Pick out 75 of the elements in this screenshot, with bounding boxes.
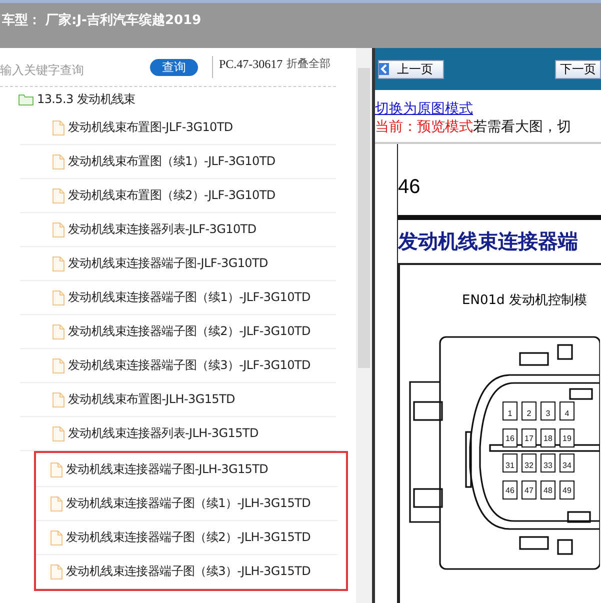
- document-item[interactable]: 发动机线束连接器端子图（续1）-JLH-3G15TD: [66, 495, 311, 512]
- search-button[interactable]: 查询: [150, 58, 198, 76]
- document-icon: [52, 290, 65, 306]
- document-icon: [50, 496, 63, 512]
- document-icon: [52, 154, 65, 170]
- document-icon: [52, 426, 65, 442]
- document-icon: [52, 324, 65, 340]
- document-item[interactable]: 发动机线束布置图-JLF-3G10TD: [68, 119, 233, 136]
- mode-label: 当前：预览模式: [375, 119, 473, 135]
- vehicle-title: 车型： 厂家:J-吉利汽车缤越2019: [2, 12, 202, 29]
- pin-number: 33: [544, 461, 552, 470]
- document-item[interactable]: 发动机线束连接器端子图（续2）-JLF-3G10TD: [68, 323, 310, 340]
- document-item[interactable]: 发动机线束连接器端子图（续3）-JLF-3G10TD: [68, 357, 310, 374]
- pin-number: 19: [562, 434, 572, 443]
- folder-item[interactable]: 13.5.3 发动机线束: [37, 90, 136, 108]
- document-item[interactable]: 发动机线束连接器列表-JLH-3G15TD: [68, 425, 258, 442]
- document-item[interactable]: 发动机线束连接器列表-JLF-3G10TD: [68, 221, 256, 238]
- document-item[interactable]: 发动机线束连接器端子图-JLF-3G10TD: [68, 255, 268, 272]
- pin-cavity: [502, 428, 518, 448]
- pin-cavity: [560, 402, 574, 420]
- pin-cavity: [522, 402, 536, 420]
- document-item[interactable]: 发动机线束连接器端子图（续1）-JLF-3G10TD: [68, 289, 310, 306]
- switch-mode-link[interactable]: 切换为原图模式: [375, 100, 473, 118]
- pin-number: 32: [524, 461, 534, 470]
- page-number: 46: [398, 176, 422, 199]
- pin-cavity: [540, 454, 556, 472]
- pin-cavity: [560, 454, 574, 472]
- pin-cavity: [560, 480, 574, 500]
- folder-icon: [18, 92, 34, 106]
- pin-number: 3: [546, 409, 550, 418]
- pin-number: 31: [506, 461, 514, 470]
- left-arrow-icon: [379, 63, 389, 75]
- pin-number: 1: [508, 409, 512, 418]
- pin-cavity: [540, 480, 556, 500]
- pin-number: 16: [506, 434, 514, 443]
- document-icon: [52, 358, 65, 374]
- previous-page-button[interactable]: 上一页: [378, 60, 444, 78]
- document-icon: [52, 222, 65, 238]
- pin-cavity: [502, 480, 518, 500]
- connector-label: EN01d 发动机控制模: [462, 292, 588, 309]
- document-icon: [50, 462, 63, 478]
- scrollbar[interactable]: [356, 48, 372, 603]
- document-item[interactable]: 发动机线束布置图-JLH-3G15TD: [68, 391, 235, 408]
- code-label: PC.47-30617: [212, 56, 283, 78]
- document-icon: [52, 188, 65, 204]
- document-icon: [50, 530, 63, 546]
- pin-cavity: [522, 428, 536, 448]
- pin-number: 18: [544, 434, 552, 443]
- pin-cavity: [522, 454, 536, 472]
- pin-cavity: [502, 454, 518, 472]
- document-icon: [52, 120, 65, 136]
- document-item[interactable]: 发动机线束连接器端子图-JLH-3G15TD: [66, 461, 268, 478]
- pin-number: 49: [562, 486, 572, 495]
- pin-number: 46: [506, 486, 514, 495]
- document-item[interactable]: 发动机线束连接器端子图（续2）-JLH-3G15TD: [66, 529, 311, 546]
- pin-number: 47: [524, 486, 534, 495]
- pin-number: 48: [544, 486, 552, 495]
- document-icon: [52, 392, 65, 408]
- document-item[interactable]: 发动机线束连接器端子图（续3）-JLH-3G15TD: [66, 563, 311, 580]
- document-item[interactable]: 发动机线束布置图（续2）-JLF-3G10TD: [68, 187, 276, 204]
- document-icon: [50, 564, 63, 580]
- collapse-all-link[interactable]: 折叠全部: [286, 56, 331, 78]
- pin-number: 17: [524, 434, 534, 443]
- pin-cavity: [522, 480, 536, 500]
- document-icon: [52, 256, 65, 272]
- pin-cavity: [560, 428, 574, 448]
- pin-cavity: [502, 402, 518, 420]
- pin-cavity: [540, 428, 556, 448]
- document-item[interactable]: 发动机线束布置图（续1）-JLF-3G10TD: [68, 153, 276, 170]
- next-page-button[interactable]: 下一页: [555, 60, 601, 78]
- pin-cavity: [540, 402, 556, 420]
- pin-number: 2: [526, 409, 532, 418]
- pin-number: 4: [564, 409, 570, 418]
- pin-number: 34: [562, 461, 572, 470]
- mode-hint: 若需看大图，切: [473, 119, 571, 135]
